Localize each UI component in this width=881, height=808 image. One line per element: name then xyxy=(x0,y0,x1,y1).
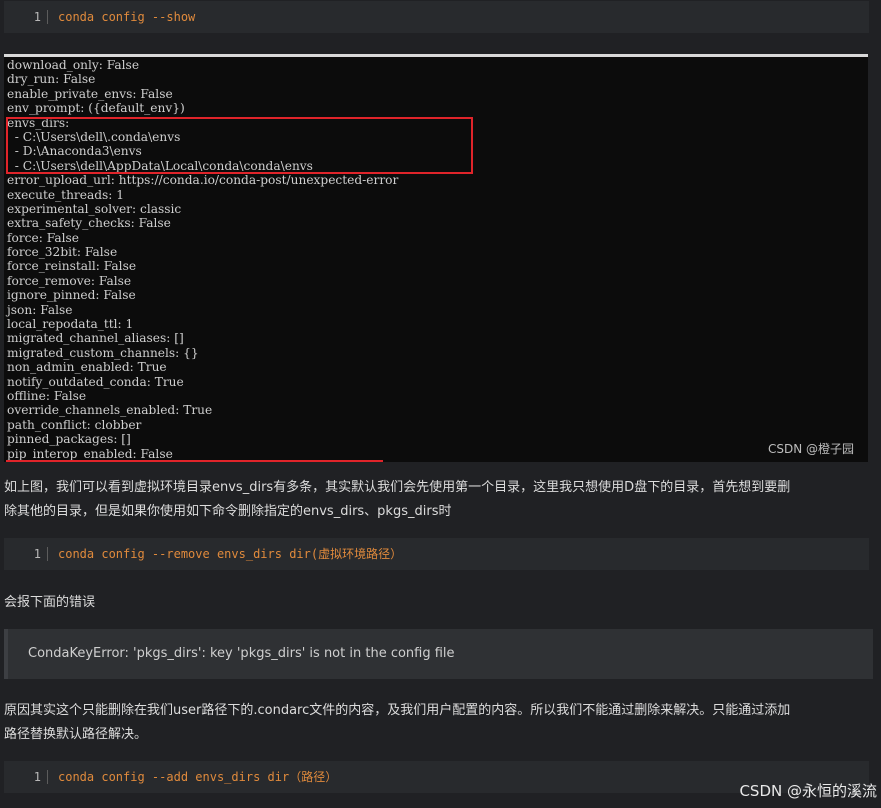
terminal-line: json: False xyxy=(7,302,73,317)
paragraph-line: 路径替换默认路径解决。 xyxy=(4,727,148,742)
image-watermark: CSDN @橙子园 xyxy=(767,442,854,456)
error-quote: CondaKeyError: 'pkgs_dirs': key 'pkgs_di… xyxy=(4,629,873,679)
terminal-line: download_only: False xyxy=(7,58,140,72)
highlight-underline xyxy=(6,460,383,462)
page-watermark: CSDN @永恒的溪流 xyxy=(739,782,877,800)
terminal-line: offline: False xyxy=(7,388,87,403)
terminal-line: notify_outdated_conda: True xyxy=(7,374,184,389)
terminal-line: extra_safety_checks: False xyxy=(7,216,171,231)
code-line: conda config --add envs_dirs dir（路径） xyxy=(58,770,338,784)
terminal-line: local_repodata_ttl: 1 xyxy=(7,317,134,332)
terminal-line: override_channels_enabled: True xyxy=(7,403,213,418)
line-number: 1 xyxy=(4,1,48,33)
terminal-line: migrated_custom_channels: {} xyxy=(7,345,199,360)
paragraph-line: 除其他的目录，但是如果你使用如下命令删除指定的envs_dirs、pkgs_di… xyxy=(4,504,452,519)
terminal-line: force_32bit: False xyxy=(7,245,118,260)
line-number: 1 xyxy=(4,538,48,570)
terminal-line: force_remove: False xyxy=(7,273,132,288)
paragraph-line: 如上图，我们可以看到虚拟环境目录envs_dirs有多条，其实默认我们会先使用第… xyxy=(4,480,791,495)
terminal-line: enable_private_envs: False xyxy=(7,86,173,101)
terminal-line: ignore_pinned: False xyxy=(7,288,136,303)
terminal-line: force_reinstall: False xyxy=(7,259,137,274)
terminal-line: error_upload_url: https://conda.io/conda… xyxy=(7,173,399,188)
error-message: CondaKeyError: 'pkgs_dirs': key 'pkgs_di… xyxy=(28,646,455,661)
terminal-line: migrated_channel_aliases: [] xyxy=(7,331,184,346)
terminal-line: dry_run: False xyxy=(7,72,96,87)
terminal-line: experimental_solver: classic xyxy=(7,201,182,216)
line-number: 1 xyxy=(4,761,48,793)
terminal-line: env_prompt: ({default_env}) xyxy=(7,101,185,116)
terminal-screenshot: download_only: False dry_run: False enable… xyxy=(4,54,868,462)
terminal-line: path_conflict: clobber xyxy=(7,417,142,432)
terminal-line: execute_threads: 1 xyxy=(7,187,125,202)
highlight-box-envs-dirs xyxy=(6,117,473,174)
terminal-line: force: False xyxy=(7,230,79,245)
paragraph-error-intro: 会报下面的错误 xyxy=(4,595,96,610)
paragraph-line: 原因其实这个只能删除在我们user路径下的.condarc文件的内容，及我们用户… xyxy=(4,703,791,718)
code-block-remove: 1 conda config --remove envs_dirs dir(虚拟… xyxy=(4,538,869,570)
terminal-line: pinned_packages: [] xyxy=(7,432,131,447)
code-block-show: 1 conda config --show xyxy=(4,1,869,33)
code-line: conda config --show xyxy=(58,10,196,24)
terminal-line: non_admin_enabled: True xyxy=(7,360,167,375)
paragraph-intro: 如上图，我们可以看到虚拟环境目录envs_dirs有多条，其实默认我们会先使用第… xyxy=(4,476,870,524)
paragraph-reason: 原因其实这个只能删除在我们user路径下的.condarc文件的内容，及我们用户… xyxy=(4,699,870,747)
terminal-line: pip_interop_enabled: False xyxy=(7,446,173,461)
code-line: conda config --remove envs_dirs dir(虚拟环境… xyxy=(58,547,403,561)
